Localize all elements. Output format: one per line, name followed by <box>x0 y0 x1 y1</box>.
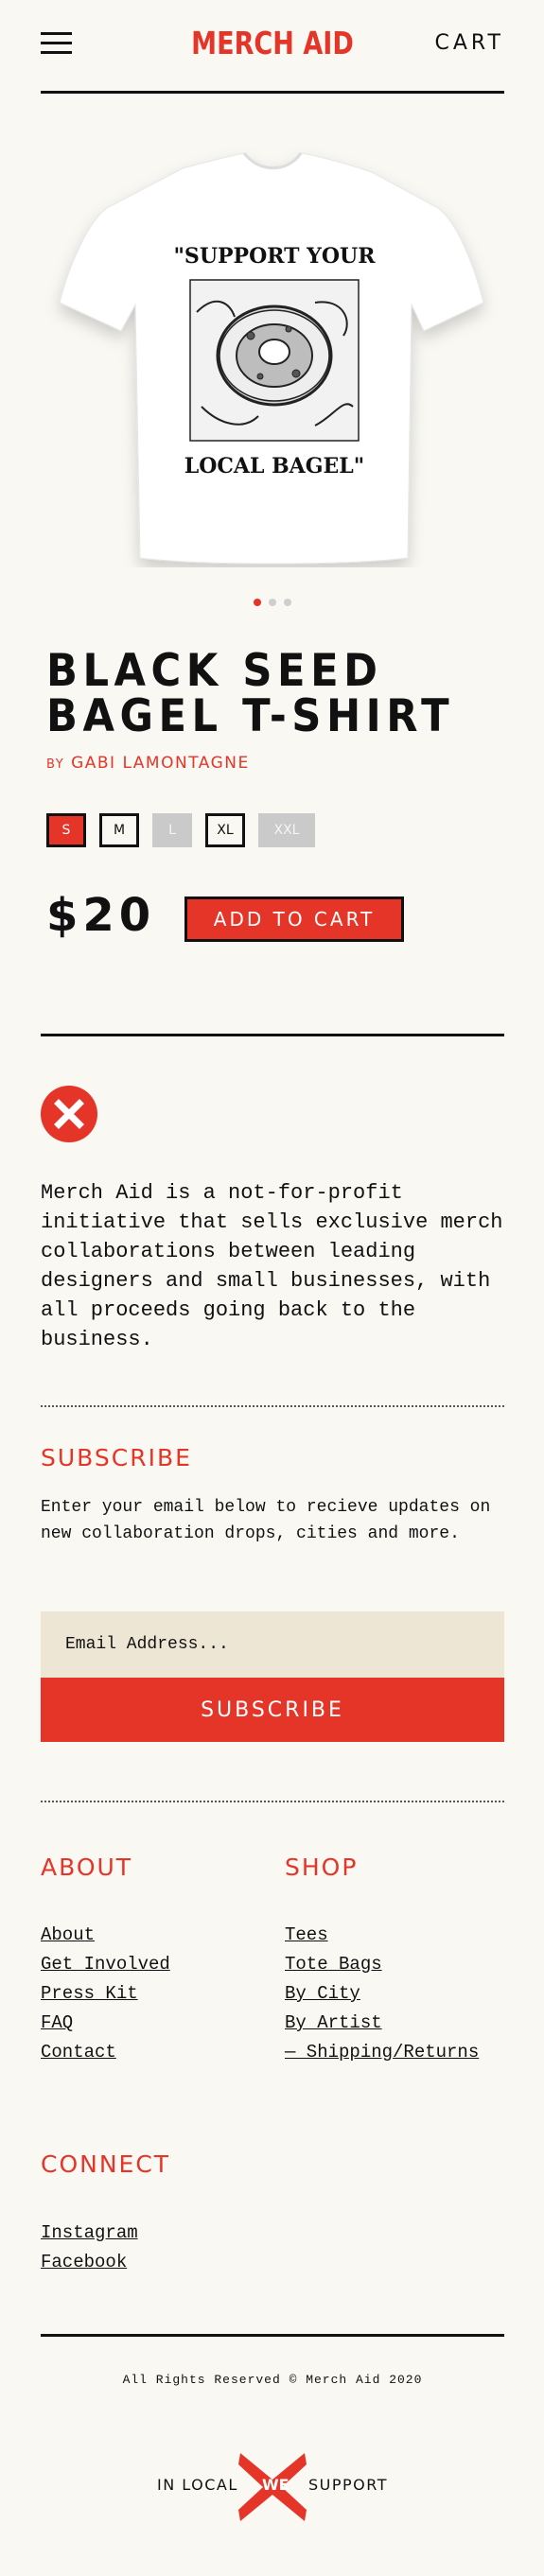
carousel-dots <box>41 594 504 611</box>
size-option-xl[interactable]: XL <box>205 813 245 847</box>
product-image: "SUPPORT YOUR LOCAL BAGEL" <box>59 152 484 565</box>
footer-logo-right: SUPPORT <box>308 2476 388 2494</box>
dotted-divider <box>41 1405 504 1407</box>
footer-divider <box>41 2334 504 2337</box>
footer-logo-center: WE <box>262 2476 290 2494</box>
page: MERCH AID CART "SUPPORT YOUR LOCAL BAGEL… <box>41 0 504 2521</box>
footer-link-tote-bags[interactable]: Tote Bags <box>285 1950 483 1979</box>
size-option-m[interactable]: M <box>99 813 139 847</box>
product-byline: BY GABI LAMONTAGNE <box>46 754 250 773</box>
footer-link-instagram[interactable]: Instagram <box>41 2219 138 2248</box>
artist-link[interactable]: GABI LAMONTAGNE <box>71 754 250 773</box>
footer-link-contact[interactable]: Contact <box>41 2038 170 2067</box>
x-circle-icon <box>41 1086 97 1142</box>
footer-shop-links: Tees Tote Bags By City By Artist — Shipp… <box>285 1921 483 2067</box>
footer-link-shipping[interactable]: — Shipping/Returns <box>285 2038 483 2067</box>
divider <box>41 1034 504 1036</box>
footer-link-press-kit[interactable]: Press Kit <box>41 1979 170 2009</box>
carousel-dot[interactable] <box>253 599 261 606</box>
carousel-dot[interactable] <box>269 599 276 606</box>
byline-prefix: BY <box>46 757 65 772</box>
footer-link-by-city[interactable]: By City <box>285 1979 483 2009</box>
carousel-dot[interactable] <box>284 599 292 606</box>
about-description: Merch Aid is a not-for-profit initiative… <box>41 1181 503 1351</box>
size-option-s[interactable]: S <box>46 813 86 847</box>
size-option-xxl: XXL <box>258 813 315 847</box>
footer-link-tees[interactable]: Tees <box>285 1921 483 1950</box>
add-to-cart-button[interactable]: ADD TO CART <box>184 896 404 942</box>
footer-logo: IN LOCAL WE SUPPORT <box>41 2449 504 2525</box>
product-title: BLACK SEED BAGEL T-SHIRT <box>46 645 455 742</box>
site-header: MERCH AID CART <box>41 0 504 94</box>
subscribe-description: Enter your email below to recieve update… <box>41 1498 491 1543</box>
footer-about-heading: ABOUT <box>41 1854 133 1881</box>
dotted-divider <box>41 1801 504 1802</box>
footer-link-about[interactable]: About <box>41 1921 170 1950</box>
footer-link-faq[interactable]: FAQ <box>41 2009 170 2038</box>
copyright: All Rights Reserved © Merch Aid 2020 <box>122 2373 423 2387</box>
footer-about-links: About Get Involved Press Kit FAQ Contact <box>41 1921 170 2067</box>
footer-link-by-artist[interactable]: By Artist <box>285 2009 483 2038</box>
footer-connect-heading: CONNECT <box>41 2150 171 2178</box>
tshirt-print-bottom: LOCAL BAGEL" <box>184 454 365 479</box>
subscribe-button[interactable]: SUBSCRIBE <box>41 1678 504 1742</box>
subscribe-heading: SUBSCRIBE <box>41 1444 192 1471</box>
hamburger-menu-icon[interactable] <box>41 32 72 55</box>
cart-link[interactable]: CART <box>434 31 504 55</box>
footer-logo-left: IN LOCAL <box>157 2476 238 2494</box>
footer-shop-heading: SHOP <box>285 1854 359 1881</box>
email-input[interactable] <box>41 1611 504 1678</box>
footer-link-facebook[interactable]: Facebook <box>41 2248 138 2277</box>
footer-link-get-involved[interactable]: Get Involved <box>41 1950 170 1979</box>
footer-connect-links: Instagram Facebook <box>41 2219 138 2277</box>
tshirt-print-top: "SUPPORT YOUR <box>173 244 376 269</box>
size-option-l: L <box>152 813 192 847</box>
size-selector: S M L XL XXL <box>46 813 315 847</box>
product-price: $20 <box>46 889 156 942</box>
site-logo[interactable]: MERCH AID <box>82 25 463 61</box>
